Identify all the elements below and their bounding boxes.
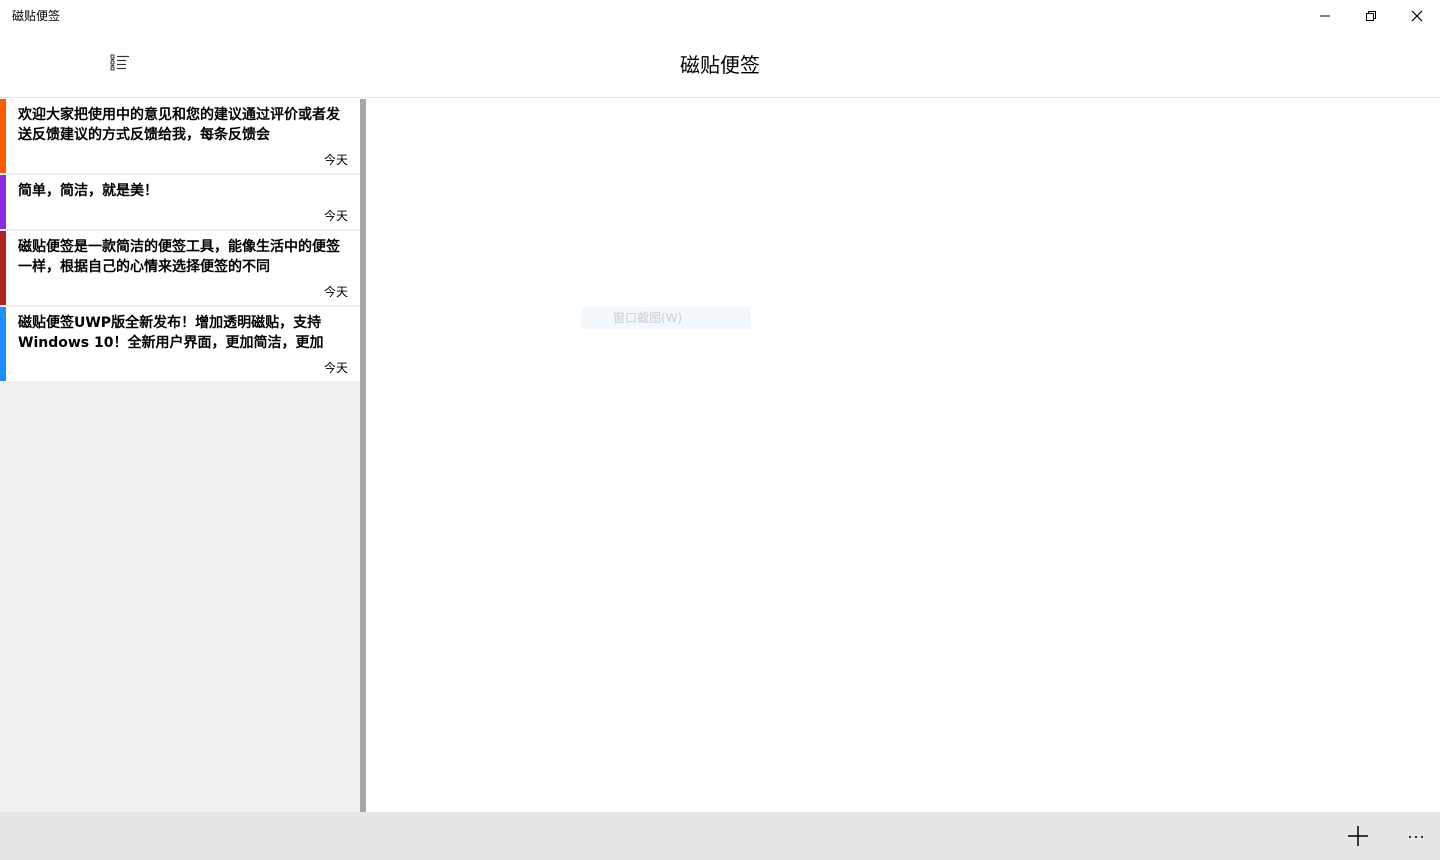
notes-list: 欢迎大家把使用中的意见和您的建议通过评价或者发送反馈建议的方式反馈给我，每条反馈… [0,99,360,812]
restore-icon [1366,11,1376,21]
minimize-icon [1320,15,1330,17]
title-bar: 磁贴便签 [0,0,1440,32]
close-button[interactable] [1394,0,1440,32]
capture-overlay-label: 窗口截图(W) [581,307,751,329]
plus-icon [1348,826,1368,846]
note-text: 简单，简洁，就是美！ [18,183,158,199]
note-color-bar [0,99,6,173]
more-icon [1409,836,1423,838]
note-item[interactable]: 简单，简洁，就是美！ 今天 [0,175,360,229]
note-date: 今天 [323,361,348,375]
minimize-button[interactable] [1302,0,1348,32]
add-note-button[interactable] [1334,816,1382,856]
restore-button[interactable] [1348,0,1394,32]
note-date: 今天 [323,285,348,299]
window-title: 磁贴便签 [12,9,61,23]
note-content-pane [366,99,1440,812]
note-text: 欢迎大家把使用中的意见和您的建议通过评价或者发送反馈建议的方式反馈给我，每条反馈… [18,107,340,143]
note-date: 今天 [323,209,348,223]
note-item[interactable]: 欢迎大家把使用中的意见和您的建议通过评价或者发送反馈建议的方式反馈给我，每条反馈… [0,99,360,173]
note-text: 磁贴便签UWP版全新发布！增加透明磁贴，支持Windows 10！全新用户界面，… [18,315,324,351]
app-header: 磁贴便签 [0,32,1440,98]
bottom-app-bar [0,812,1440,860]
note-item[interactable]: 磁贴便签UWP版全新发布！增加透明磁贴，支持Windows 10！全新用户界面，… [0,307,360,381]
close-icon [1411,10,1423,22]
note-color-bar [0,231,6,305]
note-date: 今天 [323,153,348,167]
note-text: 磁贴便签是一款简洁的便签工具，能像生活中的便签一样，根据自己的心情来选择便签的不… [18,239,340,275]
page-title: 磁贴便签 [680,53,760,77]
note-item[interactable]: 磁贴便签是一款简洁的便签工具，能像生活中的便签一样，根据自己的心情来选择便签的不… [0,231,360,305]
note-color-bar [0,175,6,229]
more-button[interactable] [1392,816,1440,856]
note-color-bar [0,307,6,381]
